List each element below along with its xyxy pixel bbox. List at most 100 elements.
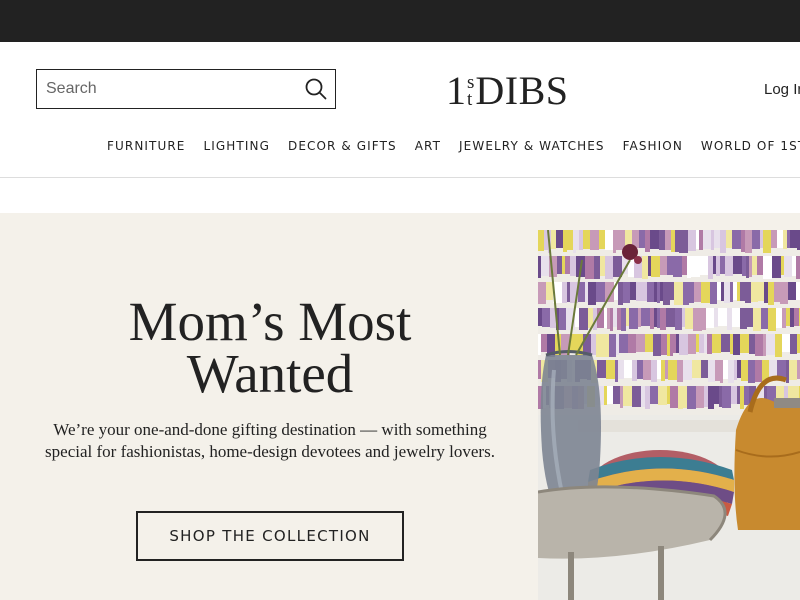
- artwork-stripe: [783, 230, 787, 249]
- artwork-stripe: [725, 256, 733, 276]
- artwork-stripe: [596, 334, 604, 357]
- artwork-stripe: [727, 308, 732, 330]
- artwork-stripe: [604, 334, 609, 357]
- artwork-stripe: [538, 230, 544, 251]
- artwork-stripe: [733, 256, 742, 274]
- artwork-stripe: [673, 334, 676, 353]
- hero-title: Mom’s Most Wanted: [20, 294, 520, 401]
- artwork-stripe: [613, 308, 617, 327]
- artwork-stripe: [675, 230, 679, 252]
- artwork-stripe: [654, 282, 657, 302]
- artwork-stripe: [620, 386, 623, 408]
- artwork-stripe: [775, 334, 782, 357]
- hero-image[interactable]: [538, 230, 800, 600]
- artwork-stripe: [689, 282, 694, 303]
- site-logo[interactable]: 1 s t DIBS: [446, 67, 569, 111]
- artwork-stripe: [618, 282, 623, 305]
- artwork-stripe: [711, 230, 714, 250]
- artwork-stripe: [792, 256, 796, 276]
- artwork-stripe: [703, 230, 711, 249]
- artwork-stripe: [637, 360, 643, 379]
- artwork-stripe: [658, 386, 667, 405]
- artwork-stripe: [563, 230, 567, 252]
- artwork-stripe: [746, 256, 749, 278]
- artwork-stripe: [670, 386, 678, 408]
- artwork-stripe: [723, 360, 728, 379]
- artwork-stripe: [787, 230, 790, 248]
- artwork-stripe: [632, 386, 641, 407]
- artwork-stripe: [556, 230, 563, 248]
- artwork-stripe: [668, 360, 677, 380]
- artwork-stripe: [701, 360, 708, 378]
- artwork-stripe: [699, 230, 703, 250]
- artwork-stripe: [737, 360, 741, 378]
- artwork-stripe: [628, 334, 636, 353]
- artwork-stripe: [573, 230, 576, 253]
- artwork-stripe: [714, 308, 718, 327]
- artwork-stripe: [713, 256, 716, 274]
- logo-ordinal: s t: [467, 73, 474, 110]
- artwork-stripe: [708, 386, 714, 409]
- artwork-stripe: [588, 282, 596, 305]
- artwork-stripe: [632, 360, 637, 381]
- login-link[interactable]: Log In: [764, 81, 800, 98]
- artwork-stripe: [660, 308, 666, 330]
- artwork-stripe: [645, 386, 650, 409]
- artwork-stripe: [732, 308, 740, 327]
- artwork-stripe: [567, 282, 570, 302]
- artwork-stripe: [687, 386, 696, 409]
- logo-wordmark: DIBS: [475, 68, 569, 113]
- artwork-stripe: [699, 334, 704, 353]
- artwork-stripe: [679, 334, 688, 355]
- nav-item-lighting[interactable]: LIGHTING: [203, 138, 270, 158]
- artwork-stripe: [579, 308, 588, 330]
- nav-item-decor-gifts[interactable]: DECOR & GIFTS: [288, 138, 397, 158]
- artwork-stripe: [790, 308, 794, 327]
- nav-item-world-of-1stdibs[interactable]: WORLD OF 1STDIBS: [701, 138, 800, 158]
- artwork-stripe: [796, 256, 800, 279]
- artwork-stripe: [546, 282, 553, 300]
- artwork-stripe: [538, 282, 546, 304]
- artwork-stripe: [755, 360, 762, 382]
- nav-item-furniture[interactable]: FURNITURE: [107, 138, 185, 158]
- artwork-stripe: [687, 256, 691, 278]
- artwork-stripe: [744, 386, 749, 405]
- artwork-stripe: [583, 230, 590, 249]
- search-box[interactable]: [36, 69, 336, 109]
- artwork-stripe: [740, 308, 747, 329]
- artwork-stripe: [661, 360, 665, 381]
- artwork-stripe: [761, 308, 768, 329]
- artwork-stripe: [597, 360, 606, 378]
- artwork-stripe: [708, 256, 713, 279]
- artwork-stripe: [657, 360, 661, 379]
- artwork-stripe: [714, 230, 720, 248]
- artwork-stripe: [670, 334, 673, 356]
- artwork-stripe: [704, 386, 708, 407]
- artwork-stripe: [747, 308, 753, 327]
- artwork-stripe: [714, 386, 719, 404]
- search-input[interactable]: [37, 71, 297, 107]
- artwork-stripe: [728, 360, 734, 383]
- artwork-stripe: [596, 282, 605, 302]
- hero-banner: Mom’s Most Wanted We’re your one-and-don…: [0, 213, 800, 600]
- artwork-stripe: [615, 360, 618, 382]
- artwork-stripe: [677, 360, 683, 382]
- nav-item-art[interactable]: ART: [415, 138, 441, 158]
- artwork-stripe: [752, 230, 760, 249]
- artwork-stripe: [607, 308, 610, 329]
- logo-ordinal-bottom: t: [467, 89, 473, 110]
- shop-collection-button[interactable]: SHOP THE COLLECTION: [136, 511, 404, 561]
- artwork-stripe: [621, 308, 626, 331]
- artwork-stripe: [667, 256, 673, 275]
- nav-item-fashion[interactable]: FASHION: [623, 138, 683, 158]
- artwork-stripe: [794, 308, 799, 326]
- search-icon[interactable]: [305, 78, 327, 100]
- artwork-stripe: [696, 230, 699, 249]
- artwork-stripe: [774, 282, 780, 302]
- artwork-stripe: [737, 282, 740, 301]
- artwork-stripe: [701, 282, 710, 303]
- artwork-stripe: [619, 334, 628, 353]
- artwork-stripe: [541, 256, 549, 276]
- artwork-stripe: [624, 360, 632, 378]
- nav-item-jewelry-watches[interactable]: JEWELRY & WATCHES: [459, 138, 605, 158]
